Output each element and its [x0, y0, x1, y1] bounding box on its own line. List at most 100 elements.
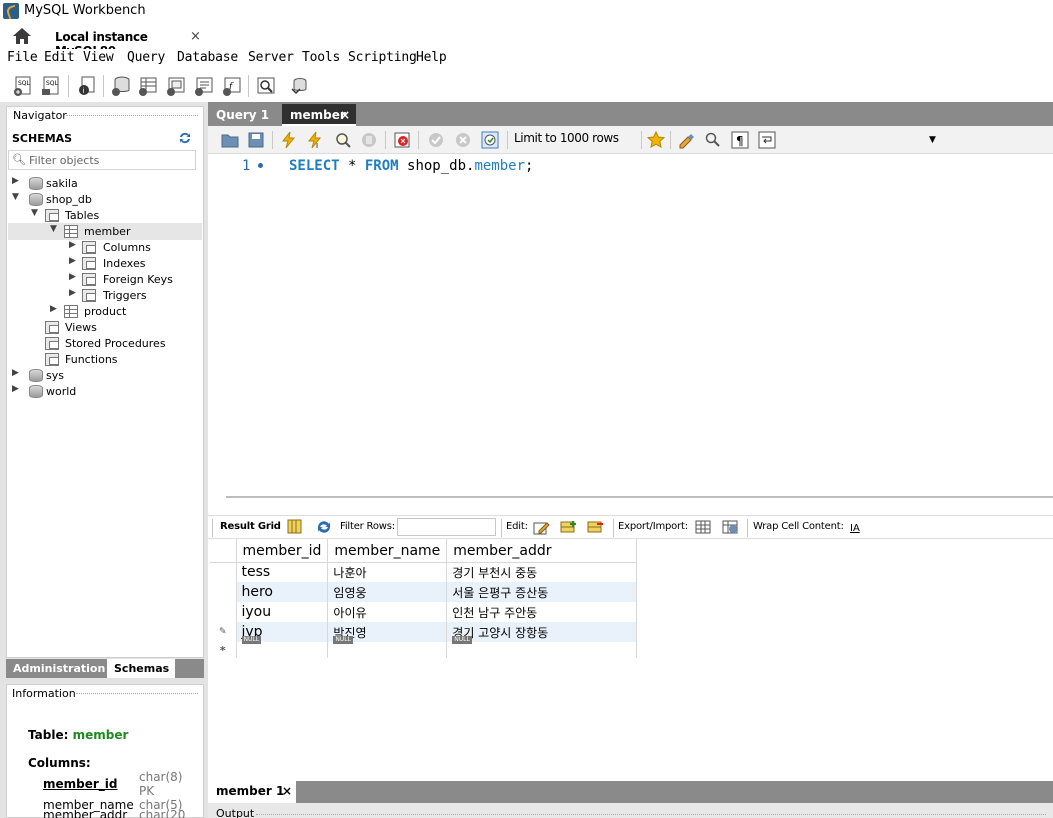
explain-magnifier-icon[interactable] — [334, 131, 352, 149]
grid-cell[interactable]: 인천 남구 주안동 — [446, 602, 638, 622]
menu-query[interactable]: Query — [127, 50, 165, 65]
expand-arrow-icon[interactable]: ▶ — [69, 240, 76, 250]
menu-tools[interactable]: Tools — [302, 50, 340, 65]
expand-arrow-icon[interactable]: ▶ — [69, 256, 76, 266]
table-row[interactable]: tess 나훈아 경기 부천시 중동 — [210, 562, 638, 582]
column-header[interactable]: member_addr — [446, 539, 638, 563]
column-header[interactable]: member_id — [236, 539, 329, 563]
collapse-arrow-icon[interactable]: ▼ — [50, 224, 57, 234]
create-function-icon[interactable]: f — [221, 75, 243, 97]
schema-sakila[interactable]: ▶ sakila — [12, 176, 197, 192]
new-sql-tab-icon[interactable]: SQL — [12, 75, 34, 97]
autocommit-icon[interactable] — [481, 131, 499, 149]
open-sql-script-icon[interactable]: SQL — [40, 75, 62, 97]
collapse-arrow-icon[interactable]: ▼ — [31, 208, 38, 218]
filter-objects-input[interactable] — [29, 152, 189, 168]
expand-arrow-icon[interactable]: ▶ — [50, 304, 57, 314]
filter-objects-box[interactable]: 🔍︎ — [8, 150, 196, 170]
open-folder-icon[interactable] — [221, 131, 239, 149]
close-icon[interactable]: × — [190, 29, 201, 44]
tree-views[interactable]: Views — [31, 320, 197, 336]
grid-cell[interactable]: iyou — [236, 602, 329, 622]
wrap-lines-icon[interactable] — [758, 131, 776, 149]
row-header[interactable] — [210, 582, 237, 602]
panel-splitter[interactable] — [208, 490, 1053, 516]
row-header[interactable] — [210, 562, 237, 582]
table-member[interactable]: ▼ member — [50, 224, 197, 240]
save-icon[interactable] — [247, 131, 265, 149]
tab-schemas[interactable]: Schemas — [107, 659, 175, 678]
close-icon[interactable]: × — [340, 108, 350, 122]
refresh-icon[interactable] — [315, 519, 333, 535]
beautify-brush-icon[interactable] — [678, 131, 696, 149]
tab-result-member-1[interactable]: member 1 × — [208, 781, 296, 803]
connection-tab[interactable]: Local instance MySQL80 × — [48, 27, 208, 58]
add-snippet-star-icon[interactable] — [647, 131, 665, 149]
home-icon[interactable] — [12, 27, 32, 45]
menu-edit[interactable]: Edit — [44, 50, 75, 65]
stop-on-error-icon[interactable] — [393, 131, 411, 149]
collapse-arrow-icon[interactable]: ▼ — [12, 192, 19, 202]
menu-scripting[interactable]: Scripting — [348, 50, 417, 65]
reconnect-icon[interactable] — [288, 75, 310, 97]
menu-help[interactable]: Help — [416, 50, 447, 65]
filter-rows-input[interactable] — [397, 518, 496, 536]
menu-server[interactable]: Server — [248, 50, 294, 65]
import-icon[interactable] — [722, 519, 740, 535]
limit-rows-select[interactable]: Limit to 1000 rows ▼ — [514, 131, 936, 149]
schema-world[interactable]: ▶ world — [12, 384, 197, 400]
create-table-icon[interactable] — [137, 75, 159, 97]
table-row[interactable]: hero 임영웅 서울 은평구 증산동 — [210, 582, 638, 602]
expand-arrow-icon[interactable]: ▶ — [12, 176, 19, 186]
splitter-handle[interactable] — [226, 496, 1053, 498]
delete-row-icon[interactable] — [587, 519, 605, 535]
expand-arrow-icon[interactable]: ▶ — [12, 368, 19, 378]
commit-icon[interactable] — [427, 131, 445, 149]
close-icon[interactable]: × — [282, 784, 292, 798]
export-icon[interactable] — [695, 519, 713, 535]
sql-statement[interactable]: SELECT * FROM shop_db.member; — [289, 158, 533, 174]
grid-cell[interactable]: NULL — [327, 636, 448, 658]
schema-sys[interactable]: ▶ sys — [12, 368, 197, 384]
tab-administration[interactable]: Administration — [6, 659, 105, 678]
table-product[interactable]: ▶ product — [50, 304, 197, 320]
info-icon[interactable]: i — [76, 75, 98, 97]
tree-columns[interactable]: ▶ Columns — [69, 240, 197, 256]
result-grid[interactable]: member_id member_name member_addr tess 나… — [210, 539, 638, 658]
tree-tables[interactable]: ▼ Tables — [31, 208, 197, 224]
tab-query-1[interactable]: Query 1 — [208, 104, 280, 126]
tree-indexes[interactable]: ▶ Indexes — [69, 256, 197, 272]
tree-triggers[interactable]: ▶ Triggers — [69, 288, 197, 304]
edit-row-icon[interactable] — [533, 519, 551, 535]
grid-cell[interactable]: 임영웅 — [327, 582, 448, 602]
expand-arrow-icon[interactable]: ▶ — [69, 288, 76, 298]
column-header[interactable]: member_name — [327, 539, 448, 563]
menu-database[interactable]: Database — [177, 50, 238, 65]
menu-view[interactable]: View — [83, 50, 114, 65]
grid-cell[interactable]: 아이유 — [327, 602, 448, 622]
expand-arrow-icon[interactable]: ▶ — [12, 384, 19, 394]
search-table-data-icon[interactable] — [255, 75, 277, 97]
grid-cell[interactable]: tess — [236, 562, 329, 582]
row-edit-marker-icon[interactable]: ✎ — [210, 622, 237, 642]
insert-row-icon[interactable] — [560, 519, 578, 535]
expand-arrow-icon[interactable]: ▶ — [69, 272, 76, 282]
create-procedure-icon[interactable] — [193, 75, 215, 97]
grid-cell[interactable]: 나훈아 — [327, 562, 448, 582]
grid-view-icon[interactable] — [286, 519, 304, 535]
sql-editor[interactable] — [208, 154, 1053, 490]
new-row-marker[interactable]: * — [210, 642, 237, 658]
refresh-icon[interactable] — [178, 131, 192, 145]
grid-cell[interactable]: 경기 고양시 장항동 — [446, 622, 638, 642]
execute-lightning-icon[interactable] — [280, 131, 298, 149]
row-header[interactable] — [210, 602, 237, 622]
grid-cell[interactable]: NULL — [446, 636, 638, 658]
grid-cell[interactable]: NULL — [236, 636, 329, 658]
invisible-chars-icon[interactable]: ¶ — [731, 131, 749, 149]
tree-stored-procedures[interactable]: Stored Procedures — [31, 336, 197, 352]
grid-cell[interactable]: 경기 부천시 중동 — [446, 562, 638, 582]
wrap-text-icon[interactable]: IA — [847, 519, 865, 535]
grid-cell[interactable]: hero — [236, 582, 329, 602]
find-magnifier-icon[interactable] — [704, 131, 722, 149]
schema-shop-db[interactable]: ▼ shop_db — [12, 192, 197, 208]
